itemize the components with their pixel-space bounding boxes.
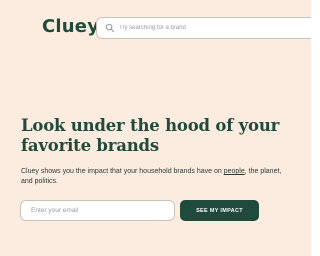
see-my-impact-button[interactable]: SEE MY IMPACT xyxy=(180,200,259,221)
header: Cluey xyxy=(0,0,311,58)
link-people[interactable]: people xyxy=(224,168,245,175)
search-bar[interactable] xyxy=(96,17,311,39)
link-planet[interactable]: the planet xyxy=(249,168,280,175)
hero-headline: Look under the hood of your favorite bra… xyxy=(21,116,280,155)
link-politics[interactable]: politics xyxy=(35,178,56,185)
search-input[interactable] xyxy=(119,18,299,38)
email-field[interactable] xyxy=(20,200,175,221)
hero-subtext: Cluey shows you the impact that your hou… xyxy=(21,167,289,187)
search-icon xyxy=(105,23,115,33)
subtext-suffix: . xyxy=(56,178,58,185)
subtext-prefix: Cluey shows you the impact that your hou… xyxy=(21,168,224,175)
cluey-logo[interactable]: Cluey xyxy=(42,16,99,37)
page: Cluey Look under the hood of your favori… xyxy=(0,0,311,256)
